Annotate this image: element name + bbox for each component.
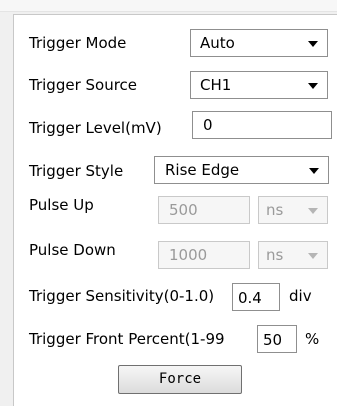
pulse-up-input[interactable]: 500 — [158, 196, 250, 224]
pulse-down-unit-value: ns — [266, 246, 284, 264]
trigger-sensitivity-input[interactable]: 0.4 — [232, 283, 280, 311]
pulse-down-input[interactable]: 1000 — [158, 241, 250, 269]
top-band — [0, 0, 337, 12]
trigger-front-percent-value: 50 — [263, 331, 283, 349]
pulse-down-label: Pulse Down — [29, 241, 116, 259]
trigger-style-value: Rise Edge — [165, 161, 240, 179]
chevron-down-icon — [308, 253, 318, 259]
trigger-level-label: Trigger Level(mV) — [29, 119, 162, 137]
trigger-sensitivity-value: 0.4 — [238, 289, 262, 307]
trigger-level-input[interactable]: 0 — [192, 111, 332, 139]
chevron-down-icon — [308, 41, 318, 47]
pulse-up-value: 500 — [169, 201, 198, 219]
trigger-style-label: Trigger Style — [29, 162, 124, 180]
trigger-mode-value: Auto — [200, 34, 235, 52]
chevron-down-icon — [309, 168, 319, 174]
trigger-level-value: 0 — [203, 116, 213, 134]
pulse-up-unit-select[interactable]: ns — [258, 196, 328, 224]
trigger-front-percent-unit: % — [305, 330, 320, 348]
trigger-sensitivity-unit: div — [289, 287, 312, 305]
trigger-style-select[interactable]: Rise Edge — [154, 156, 329, 184]
trigger-sensitivity-label: Trigger Sensitivity(0-1.0) — [29, 287, 215, 305]
chevron-down-icon — [308, 208, 318, 214]
chevron-down-icon — [308, 83, 318, 89]
trigger-front-percent-label: Trigger Front Percent(1-99 — [29, 330, 225, 348]
trigger-mode-select[interactable]: Auto — [190, 29, 328, 57]
trigger-front-percent-input[interactable]: 50 — [257, 325, 297, 353]
pulse-up-label: Pulse Up — [29, 196, 94, 214]
trigger-source-value: CH1 — [200, 76, 232, 94]
force-button[interactable]: Force — [118, 365, 242, 394]
pulse-down-unit-select[interactable]: ns — [258, 241, 328, 269]
trigger-source-select[interactable]: CH1 — [190, 71, 328, 99]
pulse-up-unit-value: ns — [266, 201, 284, 219]
pulse-down-value: 1000 — [169, 246, 208, 264]
trigger-mode-label: Trigger Mode — [29, 34, 127, 52]
trigger-source-label: Trigger Source — [29, 76, 138, 94]
